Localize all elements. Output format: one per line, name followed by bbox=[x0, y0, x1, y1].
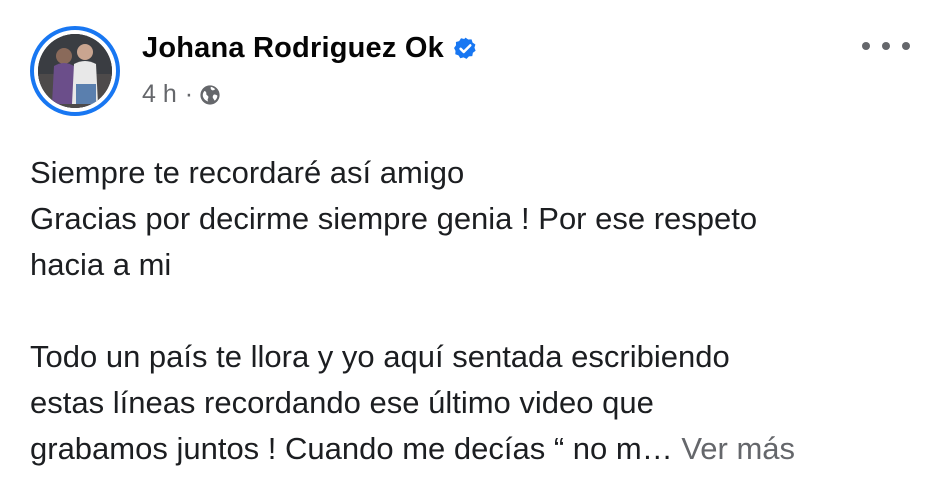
see-more-link[interactable]: Ver más bbox=[681, 431, 795, 466]
author-row: Johana Rodriguez Ok bbox=[142, 28, 478, 68]
meta-separator: · bbox=[184, 80, 194, 108]
more-options-button[interactable] bbox=[862, 34, 910, 58]
globe-icon[interactable] bbox=[199, 84, 221, 106]
post-time[interactable]: 4 h bbox=[142, 80, 177, 109]
post-line: Todo un país te llora y yo aquí sentada … bbox=[30, 339, 730, 374]
more-dot bbox=[882, 42, 890, 50]
facebook-post: Johana Rodriguez Ok 4 h · Siempre te rec… bbox=[0, 0, 950, 499]
more-dot bbox=[902, 42, 910, 50]
post-line: Siempre te recordaré así amigo bbox=[30, 155, 465, 190]
post-body: Siempre te recordaré así amigo Gracias p… bbox=[30, 150, 940, 472]
author-avatar-ring[interactable] bbox=[30, 26, 120, 116]
post-meta: 4 h · bbox=[142, 80, 221, 109]
avatar-photo bbox=[38, 34, 112, 108]
verified-badge-icon bbox=[453, 37, 476, 59]
post-line-last: grabamos juntos ! Cuando me decías “ no … bbox=[30, 426, 940, 472]
more-options-icon bbox=[862, 42, 870, 50]
avatar[interactable] bbox=[38, 34, 112, 108]
post-line: Gracias por decirme siempre genia ! Por … bbox=[30, 201, 758, 236]
author-name[interactable]: Johana Rodriguez Ok bbox=[142, 32, 444, 65]
post-line-truncated: grabamos juntos ! Cuando me decías “ no … bbox=[30, 431, 673, 466]
post-line: hacia a mi bbox=[30, 247, 172, 282]
post-line: estas líneas recordando ese último video… bbox=[30, 385, 654, 420]
